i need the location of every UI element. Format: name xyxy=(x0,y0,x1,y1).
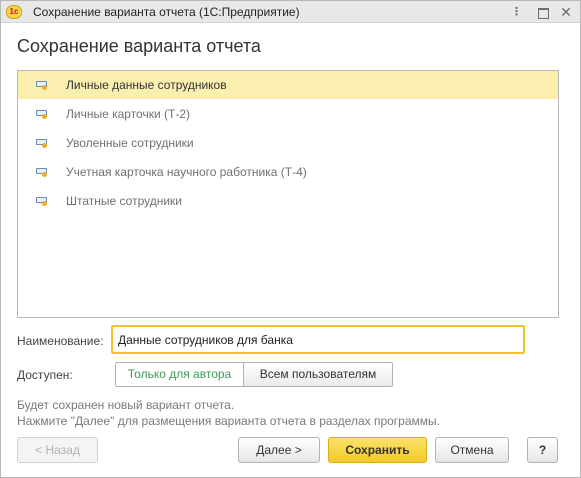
report-variant-icon xyxy=(36,197,48,206)
availability-all-users-option[interactable]: Всем пользователям xyxy=(243,362,393,387)
app-1c-icon: 1с xyxy=(6,5,22,19)
report-variants-list[interactable]: Личные данные сотрудников Личные карточк… xyxy=(17,70,559,318)
list-item-label: Уволенные сотрудники xyxy=(66,136,194,150)
report-variant-icon xyxy=(36,168,48,177)
save-button[interactable]: Сохранить xyxy=(328,437,427,463)
report-variant-icon xyxy=(36,110,48,119)
list-item-label: Личные карточки (Т-2) xyxy=(66,107,190,121)
list-item[interactable]: Уволенные сотрудники xyxy=(18,129,558,157)
report-variant-icon xyxy=(36,139,48,148)
availability-label: Доступен: xyxy=(17,368,73,382)
name-field-label: Наименование: xyxy=(17,334,104,348)
save-report-variant-window: 1с Сохранение варианта отчета (1С:Предпр… xyxy=(0,0,581,478)
list-item-label: Учетная карточка научного работника (Т-4… xyxy=(66,165,307,179)
list-item[interactable]: Личные карточки (Т-2) xyxy=(18,100,558,128)
next-button[interactable]: Далее > xyxy=(238,437,320,463)
list-item[interactable]: Учетная карточка научного работника (Т-4… xyxy=(18,158,558,186)
cancel-button[interactable]: Отмена xyxy=(435,437,509,463)
more-actions-icon[interactable]: ⋮ xyxy=(508,3,526,21)
list-item[interactable]: Личные данные сотрудников xyxy=(18,71,558,99)
form-heading: Сохранение варианта отчета xyxy=(17,36,261,56)
list-item[interactable]: Штатные сотрудники xyxy=(18,187,558,215)
title-bar[interactable]: 1с Сохранение варианта отчета (1С:Предпр… xyxy=(1,1,580,23)
maximize-icon[interactable] xyxy=(534,3,552,21)
list-item-label: Штатные сотрудники xyxy=(66,194,182,208)
info-text-line-2: Нажмите "Далее" для размещения варианта … xyxy=(17,414,440,428)
window-title: Сохранение варианта отчета (1С:Предприят… xyxy=(33,5,300,19)
list-item-label: Личные данные сотрудников xyxy=(66,78,227,92)
report-variant-icon xyxy=(36,81,48,90)
info-text-line-1: Будет сохранен новый вариант отчета. xyxy=(17,398,235,412)
name-input[interactable] xyxy=(111,325,525,354)
back-button[interactable]: < Назад xyxy=(17,437,98,463)
availability-author-only-option[interactable]: Только для автора xyxy=(115,362,244,387)
help-button[interactable]: ? xyxy=(527,437,558,463)
close-icon[interactable]: ✕ xyxy=(557,3,575,21)
